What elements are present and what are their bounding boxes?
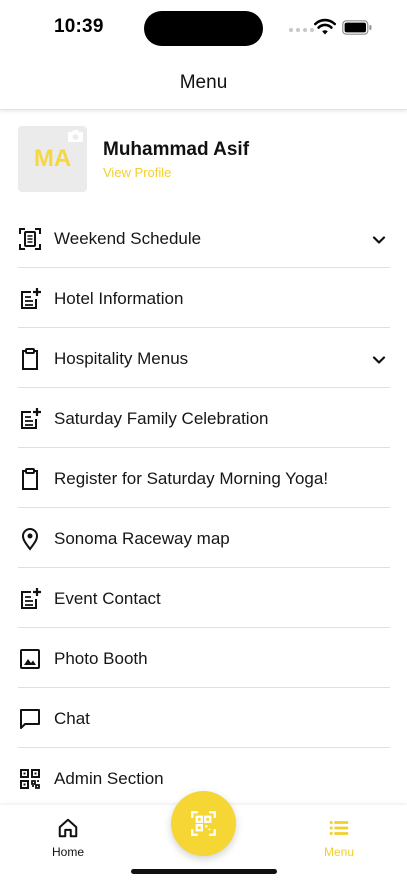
battery-icon	[342, 20, 372, 35]
menu-item-chat[interactable]: Chat	[18, 688, 390, 748]
avatar[interactable]: MA	[18, 126, 87, 192]
menu-item-photo-booth[interactable]: Photo Booth	[18, 628, 390, 688]
menu-item-label: Event Contact	[54, 589, 161, 608]
menu-item-label: Weekend Schedule	[54, 229, 202, 248]
chevron-down-icon[interactable]	[371, 232, 387, 248]
qr-code-icon	[20, 769, 40, 789]
tab-menu-label: Menu	[323, 845, 355, 859]
qr-scan-button[interactable]	[171, 791, 236, 856]
profile-name: Muhammad Asif	[103, 139, 250, 160]
menu-item-label: Register for Saturday Morning Yoga!	[54, 469, 329, 488]
menu-item-hotel-information[interactable]: Hotel Information	[18, 268, 390, 328]
qr-scan-icon	[191, 811, 216, 836]
note-add-icon	[21, 408, 41, 429]
wifi-icon	[314, 18, 336, 35]
page-title: Menu	[179, 72, 228, 93]
menu-item-label: Sonoma Raceway map	[54, 529, 230, 548]
dynamic-island	[144, 11, 263, 46]
menu-item-hospitality-menus[interactable]: Hospitality Menus	[18, 328, 390, 388]
avatar-initials: MA	[33, 145, 72, 172]
menu-item-weekend-schedule[interactable]: Weekend Schedule	[18, 208, 390, 268]
camera-icon[interactable]	[67, 129, 84, 143]
profile-card[interactable]: MA Muhammad Asif View Profile	[18, 126, 390, 192]
image-icon	[20, 649, 40, 669]
status-bar: 10:39	[0, 0, 407, 56]
clipboard-icon	[22, 468, 38, 490]
location-pin-icon	[21, 528, 39, 551]
menu-list: Weekend Schedule Hotel Information Hospi…	[18, 208, 390, 808]
clipboard-icon	[22, 348, 38, 370]
cellular-signal-icon	[289, 28, 314, 32]
view-profile-link[interactable]: View Profile	[103, 165, 171, 180]
menu-item-saturday-family-celebration[interactable]: Saturday Family Celebration	[18, 388, 390, 448]
menu-item-sonoma-raceway-map[interactable]: Sonoma Raceway map	[18, 508, 390, 568]
menu-item-event-contact[interactable]: Event Contact	[18, 568, 390, 628]
menu-item-label: Chat	[54, 709, 90, 728]
menu-item-label: Saturday Family Celebration	[54, 409, 269, 428]
tab-menu[interactable]: Menu	[299, 817, 379, 859]
menu-item-label: Admin Section	[54, 769, 164, 788]
chevron-down-icon[interactable]	[371, 352, 387, 368]
tab-home-label: Home	[51, 845, 84, 859]
nav-header: Menu	[0, 56, 407, 110]
menu-item-label: Hotel Information	[54, 289, 184, 308]
home-indicator	[131, 869, 277, 874]
menu-item-label: Photo Booth	[54, 649, 148, 668]
list-icon	[329, 821, 349, 835]
menu-item-label: Hospitality Menus	[54, 349, 189, 368]
schedule-icon	[19, 228, 41, 250]
note-add-icon	[21, 588, 41, 609]
menu-item-saturday-morning-yoga[interactable]: Register for Saturday Morning Yoga!	[18, 448, 390, 508]
status-time: 10:39	[54, 16, 104, 37]
note-add-icon	[21, 288, 41, 309]
chat-icon	[20, 709, 40, 729]
home-icon	[58, 818, 78, 838]
tab-home[interactable]: Home	[28, 817, 108, 859]
